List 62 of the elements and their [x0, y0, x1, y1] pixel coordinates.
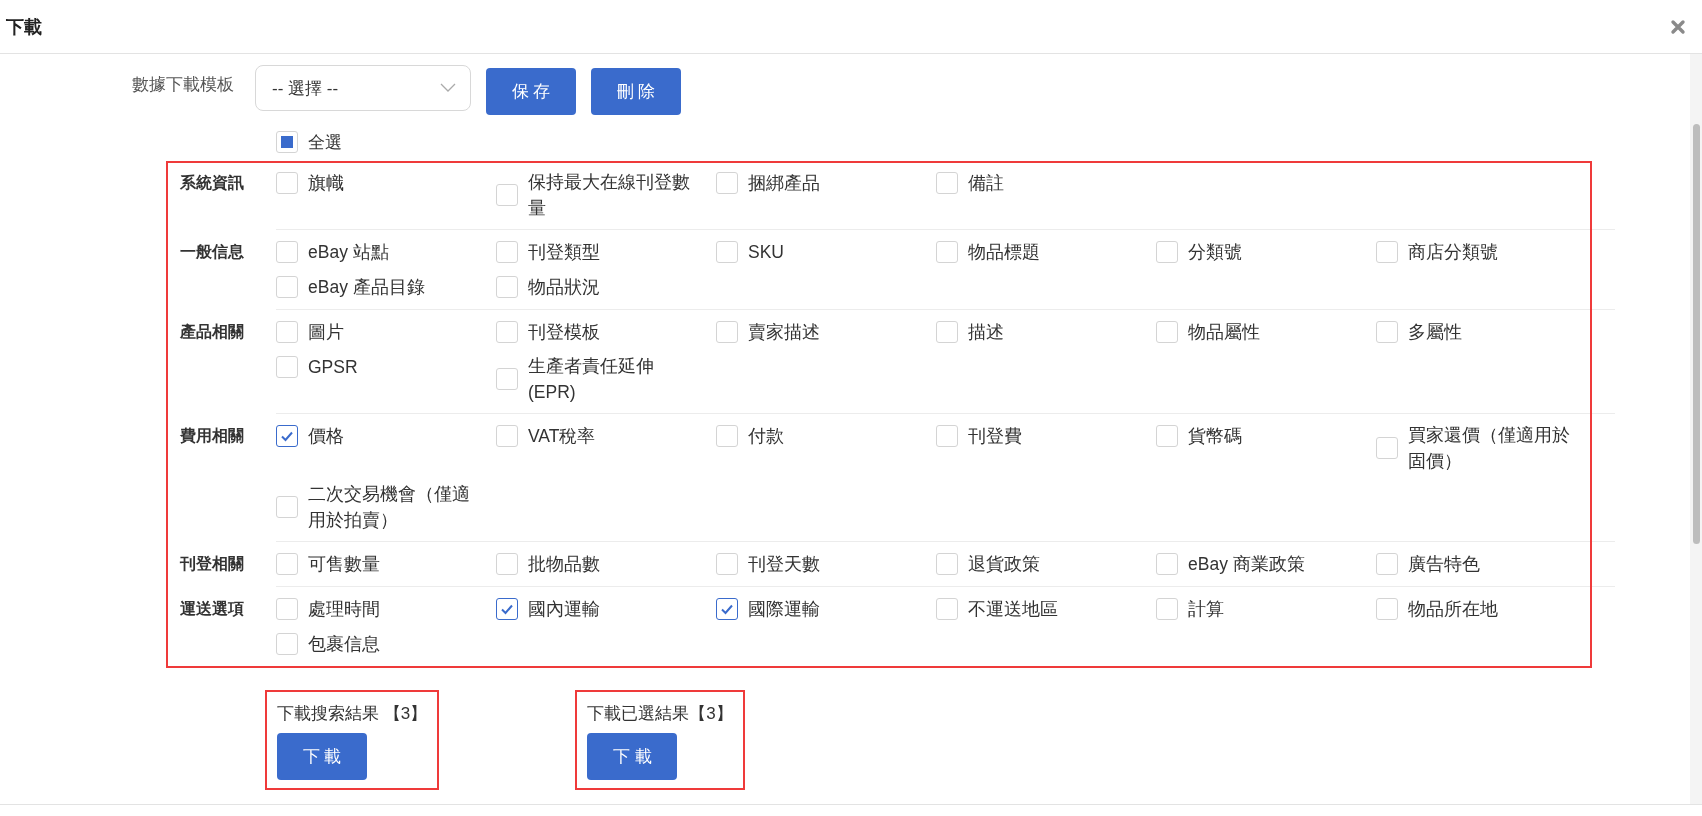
field-checkbox[interactable]: 保持最大在線刊登數量 [496, 169, 716, 221]
field-checkbox[interactable]: 批物品數 [496, 550, 716, 578]
template-label: 數據下載模板 [131, 74, 235, 96]
field-checkbox[interactable]: eBay 產品目錄 [276, 273, 496, 301]
field-checkbox[interactable]: 付款 [716, 422, 936, 450]
field-checkbox[interactable]: 物品標題 [936, 238, 1156, 266]
field-checkbox[interactable]: 買家還價（僅適用於固價） [1376, 422, 1596, 474]
field-checkbox[interactable]: 賣家描述 [716, 318, 936, 346]
field-checkbox[interactable]: 商店分類號 [1376, 238, 1596, 266]
field-checkbox[interactable]: 二次交易機會（僅適用於拍賣） [276, 481, 496, 533]
field-checkbox[interactable]: GPSR [276, 353, 496, 381]
field-checkbox[interactable]: 旗幟 [276, 169, 496, 197]
field-checkbox[interactable]: 計算 [1156, 595, 1376, 623]
field-checkbox[interactable]: 價格 [276, 422, 496, 450]
field-checkbox[interactable]: 國際運輸 [716, 595, 936, 623]
download-label: 下載搜索結果 【3】 [277, 703, 428, 725]
template-select[interactable]: -- 選擇 -- [255, 65, 471, 111]
field-checkbox[interactable]: 物品屬性 [1156, 318, 1376, 346]
group-label: 刊登相關 [180, 555, 244, 572]
close-icon[interactable] [1670, 18, 1686, 35]
field-checkbox[interactable]: VAT稅率 [496, 422, 716, 450]
field-checkbox[interactable]: 刊登類型 [496, 238, 716, 266]
group-label: 費用相關 [180, 427, 244, 444]
checkmark-icon [280, 429, 294, 443]
field-checkbox[interactable]: 備註 [936, 169, 1156, 197]
checkmark-icon [500, 602, 514, 616]
field-checkbox[interactable]: 不運送地區 [936, 595, 1156, 623]
field-checkbox[interactable]: 圖片 [276, 318, 496, 346]
dialog-title: 下載 [6, 15, 42, 39]
field-checkbox[interactable]: 可售數量 [276, 550, 496, 578]
field-checkbox[interactable]: 描述 [936, 318, 1156, 346]
field-checkbox[interactable]: 捆綁產品 [716, 169, 936, 197]
field-checkbox[interactable]: 物品狀況 [496, 273, 716, 301]
field-checkbox[interactable]: eBay 站點 [276, 238, 496, 266]
download-button[interactable]: 下 載 [277, 733, 367, 780]
download-button[interactable]: 下 載 [587, 733, 678, 780]
download-label: 下載已選結果【3】 [587, 703, 733, 725]
field-checkbox[interactable]: 國內運輸 [496, 595, 716, 623]
field-checkbox[interactable]: eBay 商業政策 [1156, 550, 1376, 578]
field-checkbox[interactable]: 廣告特色 [1376, 550, 1596, 578]
field-checkbox[interactable]: 刊登費 [936, 422, 1156, 450]
field-checkbox[interactable]: 多屬性 [1376, 318, 1596, 346]
field-checkbox[interactable]: 刊登模板 [496, 318, 716, 346]
field-checkbox[interactable]: 包裹信息 [276, 630, 496, 658]
save-button[interactable]: 保 存 [486, 68, 576, 115]
scrollbar-thumb[interactable] [1693, 124, 1700, 544]
group-label: 系統資訊 [180, 174, 244, 191]
field-checkbox[interactable]: SKU [716, 238, 936, 266]
field-checkbox[interactable]: 物品所在地 [1376, 595, 1596, 623]
chevron-down-icon [440, 83, 456, 93]
checkmark-icon [720, 602, 734, 616]
field-checkbox[interactable]: 退貨政策 [936, 550, 1156, 578]
field-checkbox[interactable]: 生產者責任延伸 (EPR) [496, 353, 716, 405]
field-checkbox[interactable]: 處理時間 [276, 595, 496, 623]
group-label: 產品相關 [180, 323, 244, 340]
field-checkbox[interactable]: 分類號 [1156, 238, 1376, 266]
group-label: 運送選項 [180, 600, 244, 617]
select-all-checkbox[interactable]: 全選 [276, 128, 342, 156]
group-label: 一般信息 [180, 243, 244, 260]
field-checkbox[interactable]: 貨幣碼 [1156, 422, 1376, 450]
delete-button[interactable]: 刪 除 [591, 68, 681, 115]
field-checkbox[interactable]: 刊登天數 [716, 550, 936, 578]
